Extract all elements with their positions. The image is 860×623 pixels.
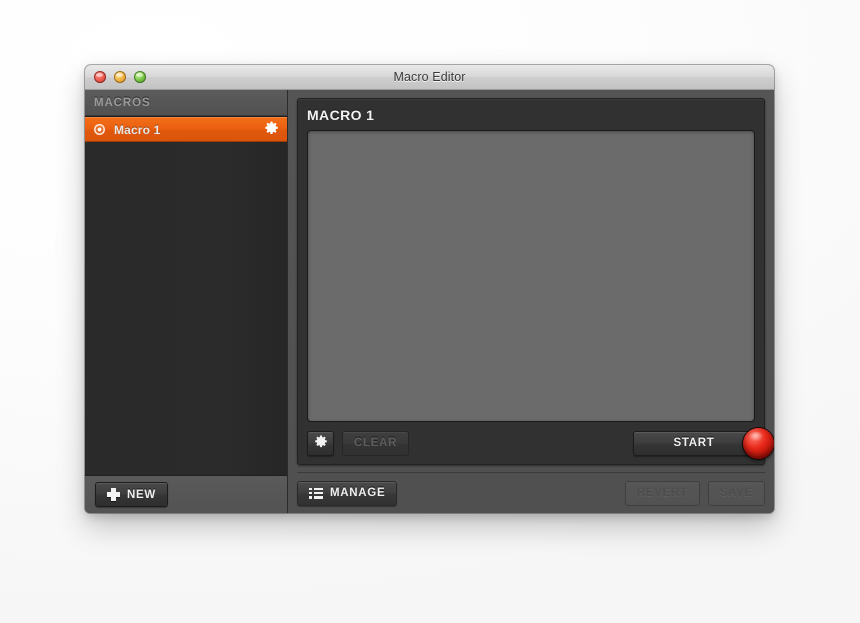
window-title: Macro Editor [393, 70, 466, 84]
record-knob-button[interactable] [743, 428, 774, 459]
macro-steps-canvas[interactable] [307, 130, 755, 422]
start-button[interactable]: START [633, 430, 755, 456]
record-dot-icon [94, 124, 105, 135]
list-icon [309, 487, 323, 499]
editor-toolbar: CLEAR START [307, 422, 755, 464]
macro-list[interactable]: Macro 1 [85, 116, 287, 475]
list-item[interactable]: Macro 1 [85, 117, 287, 142]
gear-icon[interactable] [264, 121, 279, 139]
plus-icon [107, 488, 120, 501]
manage-button[interactable]: MANAGE [297, 480, 398, 506]
manage-button-label: MANAGE [330, 487, 386, 499]
main-panel: MACRO 1 CLEAR START MANAGE REVERT SAVE [288, 90, 774, 513]
save-button-label: SAVE [719, 487, 753, 499]
clear-button[interactable]: CLEAR [342, 430, 410, 456]
save-button[interactable]: SAVE [707, 480, 765, 506]
macro-editor-panel: MACRO 1 CLEAR START [297, 98, 774, 465]
new-macro-button[interactable]: NEW [95, 482, 168, 507]
sidebar-header-label: MACROS [85, 90, 287, 116]
start-button-label: START [673, 437, 715, 449]
new-macro-button-label: NEW [127, 488, 156, 501]
window-footer-bar: MANAGE REVERT SAVE [297, 472, 765, 513]
macro-name-label: Macro 1 [114, 122, 161, 137]
clear-button-label: CLEAR [354, 437, 398, 449]
revert-button[interactable]: REVERT [624, 480, 700, 506]
macro-editor-window: Macro Editor MACROS Macro 1 NEW MACRO 1 … [85, 65, 774, 513]
macros-sidebar: MACROS Macro 1 NEW [85, 90, 288, 513]
window-titlebar: Macro Editor [85, 65, 774, 90]
sidebar-footer: NEW [85, 475, 287, 513]
gear-icon [314, 435, 328, 452]
page-title: MACRO 1 [307, 107, 375, 123]
macro-settings-button[interactable] [307, 430, 334, 456]
revert-button-label: REVERT [636, 487, 688, 499]
window-body: MACROS Macro 1 NEW MACRO 1 CLEAR START M… [85, 90, 774, 513]
